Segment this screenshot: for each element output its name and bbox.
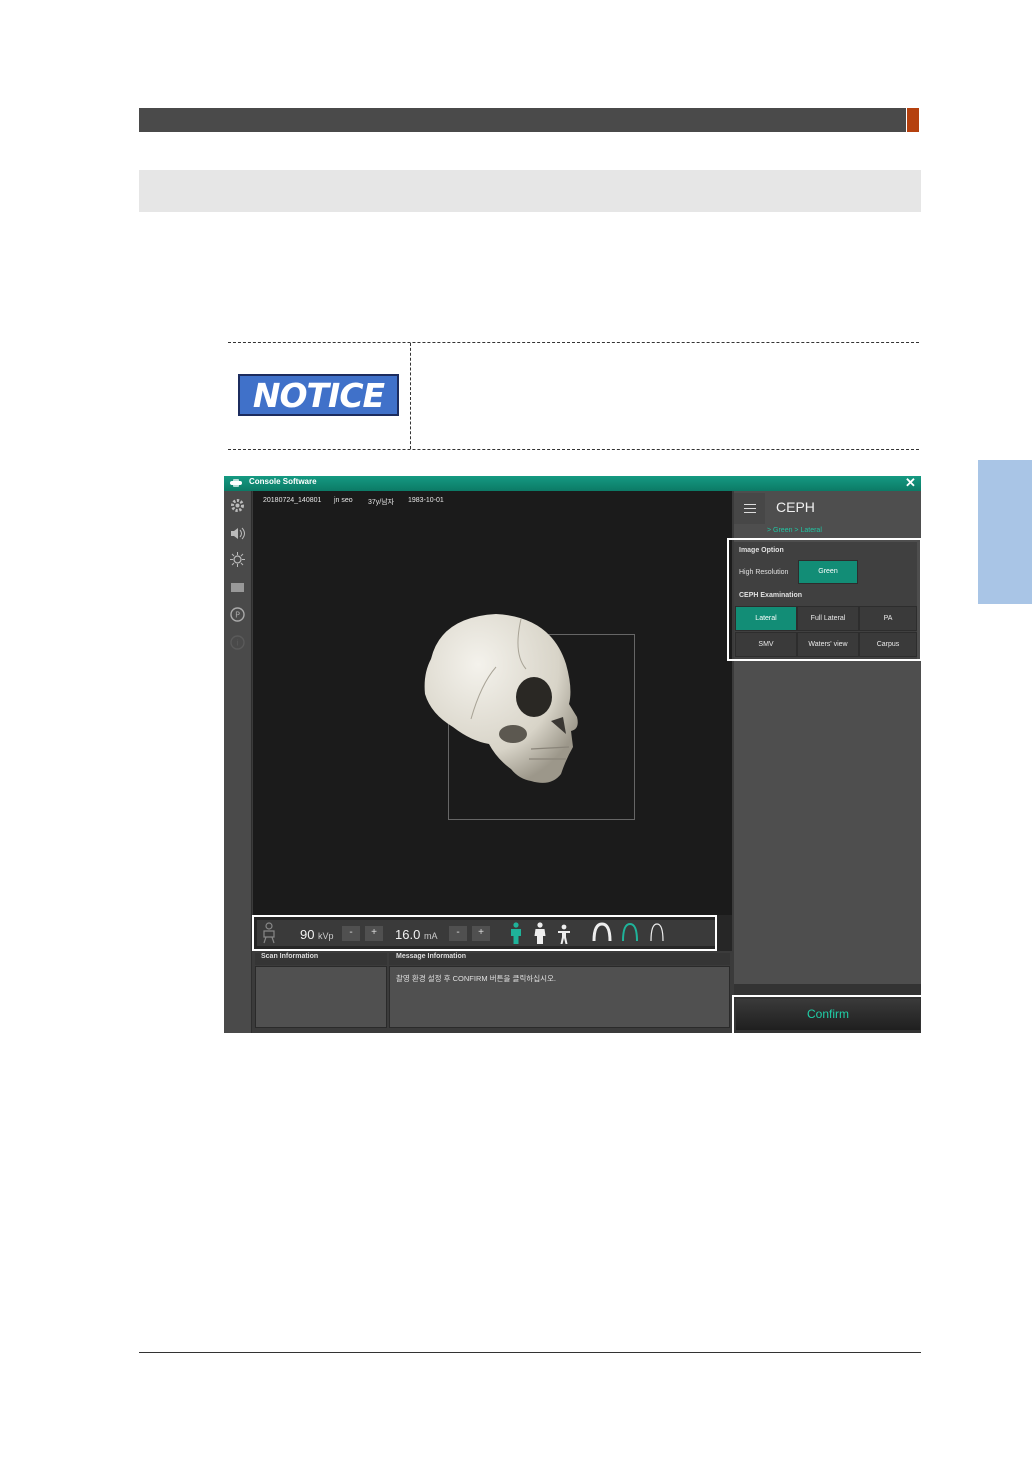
hamburger-icon-line [744, 512, 756, 513]
footer-rule [139, 1352, 921, 1353]
confirm-highlight-frame [732, 995, 925, 1035]
notice-badge: NOTICE [238, 374, 399, 416]
app-logo-icon [230, 479, 242, 487]
patient-age-sex: 37y/남자 [368, 499, 395, 506]
exposure-highlight-frame [252, 915, 717, 951]
message-text: 촬영 환경 설정 후 CONFIRM 버튼을 클릭하십시오. [396, 974, 556, 983]
notice-bottom-rule [228, 449, 919, 450]
scan-information-header: Scan Information [255, 953, 387, 965]
message-information-header: Message Information [389, 953, 730, 965]
svg-text:i: i [236, 639, 238, 648]
section-heading-band [139, 170, 921, 212]
svg-text:P: P [235, 611, 240, 620]
scan-information-panel [255, 966, 387, 1028]
patient-id: 20180724_140801 [263, 497, 322, 504]
speaker-icon[interactable] [229, 525, 246, 542]
breadcrumb: > Green > Lateral [767, 527, 822, 534]
skull-image [424, 614, 578, 783]
monitor-icon[interactable] [229, 579, 246, 596]
notice-divider [410, 343, 411, 449]
notice-top-rule [228, 342, 919, 343]
image-viewer[interactable]: 20180724_140801 jn seo 37y/남자 1983-10-01 [253, 491, 732, 915]
console-window: Console Software ✕ P i 20180724_140801 j… [224, 476, 921, 1033]
hamburger-icon-line [744, 508, 756, 509]
hamburger-icon [744, 504, 756, 505]
mode-title: CEPH [776, 499, 815, 515]
left-toolbar: P i [224, 491, 252, 1033]
title-bar: Console Software ✕ [224, 476, 921, 491]
patient-birth: 1983-10-01 [408, 497, 444, 504]
chapter-header-accent [907, 108, 919, 132]
options-highlight-frame [727, 538, 921, 661]
close-icon[interactable]: ✕ [905, 476, 916, 491]
gear-icon[interactable] [229, 497, 246, 514]
sun-icon[interactable] [229, 551, 246, 568]
chapter-side-tab [978, 460, 1032, 604]
p-circle-icon[interactable]: P [229, 606, 246, 623]
chapter-header-bar [139, 108, 906, 132]
info-icon[interactable]: i [229, 634, 246, 651]
window-title: Console Software [249, 477, 317, 486]
patient-name: jn seo [334, 497, 353, 504]
